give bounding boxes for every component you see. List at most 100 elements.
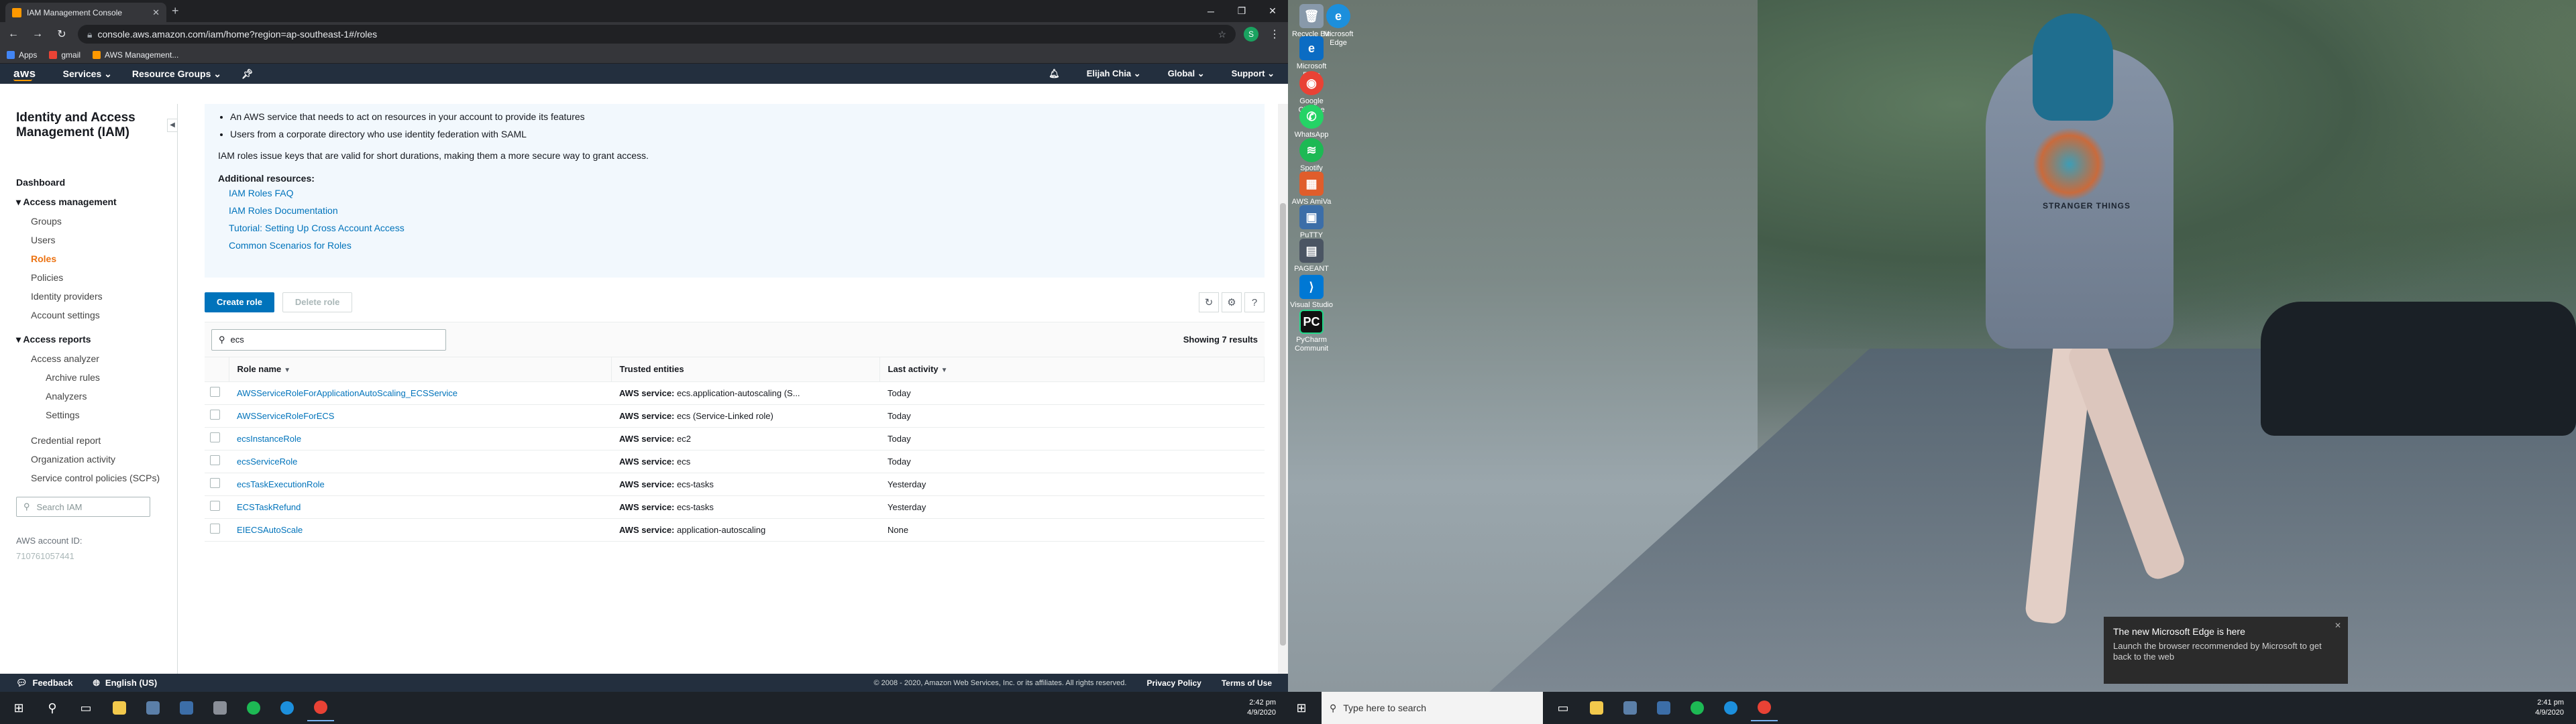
edge-icon[interactable] [1717,695,1744,721]
role-link[interactable]: ECSTaskRefund [237,502,301,512]
role-link[interactable]: ecsInstanceRole [237,434,301,444]
desktop-pycharm[interactable]: PC PyCharm Communit [1288,310,1335,353]
sidebar-item-identity-providers[interactable]: Identity providers [16,291,177,302]
maximize-icon[interactable]: ❐ [1226,0,1257,22]
bookmark-star-icon[interactable]: ☆ [1218,29,1226,40]
sidebar-item-organization-activity[interactable]: Organization activity [16,454,177,465]
putty-icon[interactable] [1650,695,1677,721]
back-icon[interactable]: ← [5,28,21,40]
sidebar-group-access-reports[interactable]: ▾ Access reports [16,334,177,345]
file-explorer-icon[interactable] [1583,695,1610,721]
close-toast-icon[interactable]: ✕ [2334,621,2341,630]
scrollbar-thumb[interactable] [1280,203,1286,646]
role-link[interactable]: AWSServiceRoleForECS [237,411,334,421]
privacy-policy-link[interactable]: Privacy Policy [1146,678,1201,688]
pageant-icon[interactable] [207,695,233,721]
new-tab-icon[interactable]: + [172,4,179,18]
minimize-icon[interactable]: ─ [1195,0,1226,22]
language-selector[interactable]: 🌐︎ English (US) [93,678,158,688]
link-cross-account-tutorial[interactable]: Tutorial: Setting Up Cross Account Acces… [229,219,1251,237]
menu-icon[interactable]: ⋮ [1267,27,1283,41]
role-link[interactable]: EIECSAutoScale [237,525,303,535]
sidebar-item-users[interactable]: Users [16,235,177,245]
sidebar-item-roles[interactable]: Roles [16,253,177,264]
windows-start-icon[interactable]: ⊞ [1288,695,1315,721]
region-menu[interactable]: Global ⌄ [1168,68,1205,79]
taskbar-search-input[interactable]: ⚲ Type here to search [1322,692,1543,724]
gear-icon[interactable]: ⚙ [1222,292,1242,312]
services-menu[interactable]: Services ⌄ [63,68,112,80]
column-trusted-entities[interactable]: Trusted entities [611,357,880,382]
search-icon[interactable]: ⚲ [39,695,66,721]
role-link[interactable]: ecsTaskExecutionRole [237,479,325,489]
page-scrollbar[interactable] [1278,104,1288,674]
row-checkbox[interactable] [210,387,220,397]
sidebar-item-archive-rules[interactable]: Archive rules [16,372,177,383]
forward-icon[interactable]: → [30,28,46,40]
network-app-icon[interactable] [140,695,166,721]
row-checkbox[interactable] [210,524,220,534]
close-window-icon[interactable]: ✕ [1257,0,1288,22]
feedback-link[interactable]: 💬︎ Feedback [16,678,73,688]
support-menu[interactable]: Support ⌄ [1232,68,1275,79]
role-link[interactable]: AWSServiceRoleForApplicationAutoScaling_… [237,388,458,398]
browser-tab[interactable]: IAM Management Console ✕ [5,3,166,22]
filter-input[interactable]: ⚲ ecs [211,328,446,351]
spotify-icon[interactable] [240,695,267,721]
taskbar-clock[interactable]: 2:42 pm 4/9/2020 [1247,698,1283,718]
close-tab-icon[interactable]: ✕ [152,7,160,18]
sidebar-group-access-management[interactable]: ▾ Access management [16,196,177,208]
pin-icon[interactable]: 📌︎ [241,68,254,80]
taskbar-clock[interactable]: 2:41 pm 4/9/2020 [2535,698,2571,718]
resource-groups-menu[interactable]: Resource Groups ⌄ [132,68,221,80]
desktop-aws-amiva[interactable]: ▦ AWS AmiVa [1288,172,1335,206]
file-explorer-icon[interactable] [106,695,133,721]
profile-avatar[interactable]: S [1244,27,1258,42]
desktop-pageant[interactable]: ▤ PAGEANT [1288,239,1335,274]
link-iam-roles-faq[interactable]: IAM Roles FAQ [229,184,1251,202]
sidebar-item-account-settings[interactable]: Account settings [16,310,177,320]
bookmark-gmail[interactable]: gmail [49,50,80,60]
spotify-icon[interactable] [1684,695,1711,721]
desktop-putty[interactable]: ▣ PuTTY [1288,205,1335,240]
user-menu[interactable]: Elijah Chia ⌄ [1087,68,1141,79]
task-view-icon[interactable]: ▭ [72,695,99,721]
sidebar-item-groups[interactable]: Groups [16,216,177,227]
role-link[interactable]: ecsServiceRole [237,457,297,467]
refresh-icon[interactable]: ↻ [1199,292,1219,312]
row-checkbox[interactable] [210,455,220,465]
chrome-icon[interactable] [307,695,334,721]
help-icon[interactable]: ? [1244,292,1265,312]
delete-role-button[interactable]: Delete role [282,292,353,312]
row-checkbox[interactable] [210,501,220,511]
link-common-scenarios[interactable]: Common Scenarios for Roles [229,237,1251,254]
sidebar-item-scps[interactable]: Service control policies (SCPs) [16,473,177,483]
link-iam-roles-docs[interactable]: IAM Roles Documentation [229,202,1251,219]
reload-icon[interactable]: ↻ [54,27,70,41]
sidebar-item-analyzers[interactable]: Analyzers [16,391,177,402]
edge-icon[interactable] [274,695,301,721]
row-checkbox[interactable] [210,432,220,442]
bookmark-aws[interactable]: AWS Management... [93,50,178,60]
column-last-activity[interactable]: Last activity ▼ [879,357,1265,382]
task-view-icon[interactable]: ▭ [1550,695,1576,721]
create-role-button[interactable]: Create role [205,292,274,312]
terms-of-use-link[interactable]: Terms of Use [1222,678,1272,688]
row-checkbox[interactable] [210,478,220,488]
row-checkbox[interactable] [210,410,220,420]
sidebar-item-policies[interactable]: Policies [16,272,177,283]
search-iam-input[interactable]: ⚲ Search IAM [16,497,150,517]
desktop-spotify[interactable]: ≋ Spotify [1288,138,1335,173]
aws-logo[interactable]: aws [13,67,36,81]
chrome-icon[interactable] [1751,695,1778,721]
bell-icon[interactable]: 🔔︎ [1049,68,1060,79]
desktop-whatsapp[interactable]: ✆ WhatsApp [1288,105,1335,139]
network-app-icon[interactable] [1617,695,1644,721]
column-role-name[interactable]: Role name ▼ [229,357,612,382]
edge-notification-toast[interactable]: ✕ The new Microsoft Edge is here Launch … [2104,617,2348,684]
sidebar-item-dashboard[interactable]: Dashboard [16,178,177,187]
bookmark-apps[interactable]: Apps [7,50,37,60]
collapse-sidebar-icon[interactable]: ◀ [167,119,178,132]
address-bar[interactable]: 🔒︎ console.aws.amazon.com/iam/home?regio… [78,25,1236,44]
sidebar-item-access-analyzer[interactable]: Access analyzer [16,353,177,364]
